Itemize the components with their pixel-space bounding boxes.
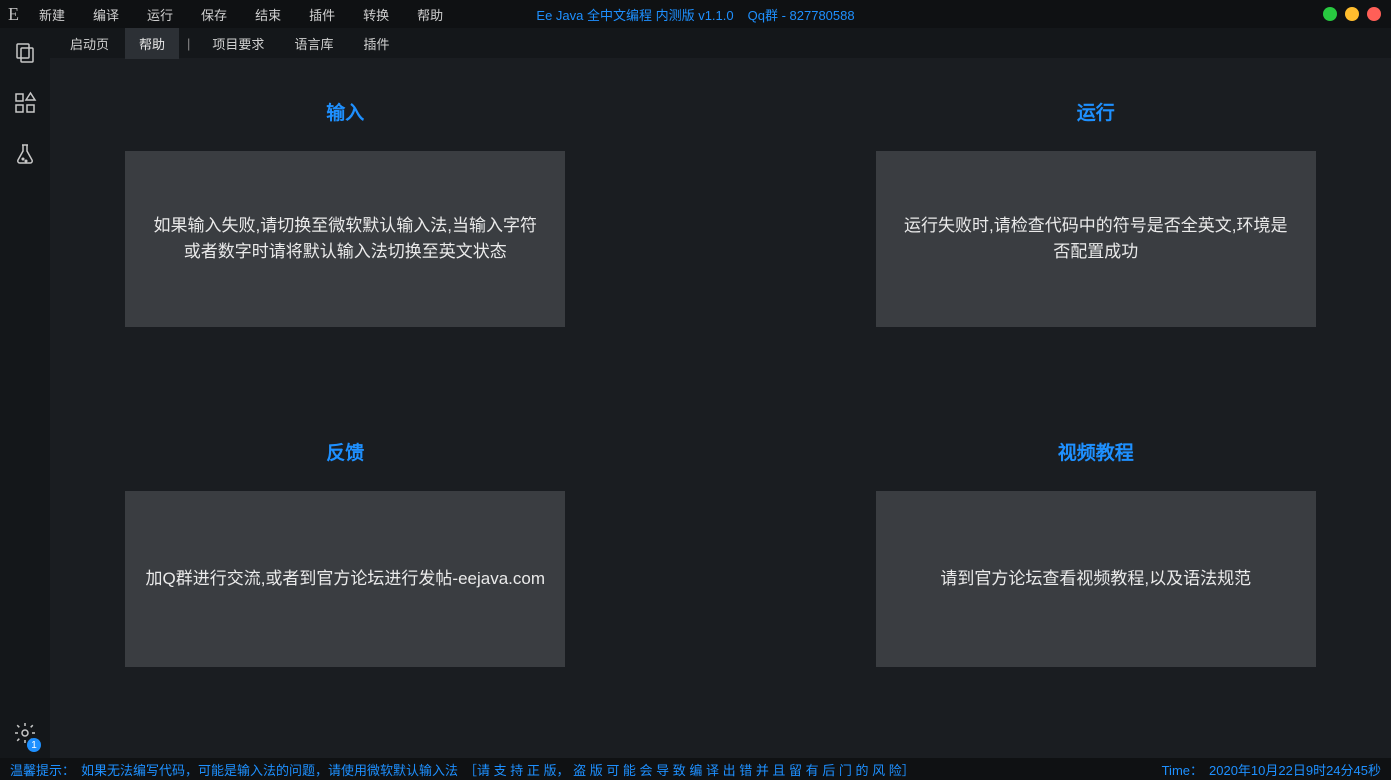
link-requirements[interactable]: 项目要求 — [198, 28, 278, 59]
tab-divider: | — [181, 36, 196, 51]
titlebar: E 新建 编译 运行 保存 结束 插件 转换 帮助 Ee Java 全中文编程 … — [0, 0, 1391, 28]
card-feedback: 反馈 加Q群进行交流,或者到官方论坛进行发帖-eejava.com — [125, 438, 565, 718]
content-grid: 输入 如果输入失败,请切换至微软默认输入法,当输入字符或者数字时请将默认输入法切… — [50, 58, 1391, 758]
menu-item-end[interactable]: 结束 — [255, 5, 281, 24]
card-run-body: 运行失败时,请检查代码中的符号是否全英文,环境是否配置成功 — [876, 151, 1316, 327]
minimize-button[interactable] — [1323, 7, 1337, 21]
menu-item-run[interactable]: 运行 — [147, 5, 173, 24]
card-input-title: 输入 — [125, 98, 565, 125]
status-time-label: Time： — [1162, 760, 1203, 779]
menu-item-convert[interactable]: 转换 — [363, 5, 389, 24]
status-bracket: ［请 支 持 正 版， 盗 版 可 能 会 导 致 编 译 出 错 并 且 留 … — [464, 760, 915, 779]
card-feedback-title: 反馈 — [125, 438, 565, 465]
tab-start[interactable]: 启动页 — [56, 28, 123, 59]
sidebar: 1 — [0, 28, 50, 758]
tabs-row: 启动页 帮助 | 项目要求 语言库 插件 — [50, 28, 1391, 58]
card-video-body: 请到官方论坛查看视频教程,以及语法规范 — [876, 491, 1316, 667]
app-logo: E — [8, 4, 19, 25]
titlebar-center: Ee Java 全中文编程 内测版 v1.1.0 Qq群 - 827780588 — [536, 5, 854, 24]
app-title: Ee Java 全中文编程 内测版 v1.1.0 — [536, 5, 733, 24]
card-input: 输入 如果输入失败,请切换至微软默认输入法,当输入字符或者数字时请将默认输入法切… — [125, 98, 565, 378]
copy-icon[interactable] — [13, 40, 37, 67]
card-input-body: 如果输入失败,请切换至微软默认输入法,当输入字符或者数字时请将默认输入法切换至英… — [125, 151, 565, 327]
menu-item-help[interactable]: 帮助 — [417, 5, 443, 24]
window-controls — [1323, 7, 1381, 21]
tab-help[interactable]: 帮助 — [125, 28, 179, 59]
menu-item-compile[interactable]: 编译 — [93, 5, 119, 24]
status-hint-label: 温馨提示： — [10, 760, 75, 779]
statusbar: 温馨提示： 如果无法编写代码，可能是输入法的问题，请使用微软默认输入法 ［请 支… — [0, 758, 1391, 780]
flask-icon[interactable] — [13, 142, 37, 169]
card-run-title: 运行 — [876, 98, 1316, 125]
card-run: 运行 运行失败时,请检查代码中的符号是否全英文,环境是否配置成功 — [876, 98, 1316, 378]
status-time-value: 2020年10月22日9时24分45秒 — [1209, 760, 1381, 779]
main-menu: 新建 编译 运行 保存 结束 插件 转换 帮助 — [39, 5, 443, 24]
grid-shapes-icon[interactable] — [13, 91, 37, 118]
link-plugins[interactable]: 插件 — [349, 28, 403, 59]
status-hint-body: 如果无法编写代码，可能是输入法的问题，请使用微软默认输入法 — [81, 760, 458, 779]
menu-item-save[interactable]: 保存 — [201, 5, 227, 24]
card-video: 视频教程 请到官方论坛查看视频教程,以及语法规范 — [876, 438, 1316, 718]
card-feedback-body: 加Q群进行交流,或者到官方论坛进行发帖-eejava.com — [125, 491, 565, 667]
settings-badge: 1 — [27, 738, 41, 752]
close-button[interactable] — [1367, 7, 1381, 21]
status-right: Time： 2020年10月22日9时24分45秒 — [1162, 760, 1381, 779]
menu-item-new[interactable]: 新建 — [39, 5, 65, 24]
qq-group-label: Qq群 - 827780588 — [748, 5, 855, 24]
status-left: 温馨提示： 如果无法编写代码，可能是输入法的问题，请使用微软默认输入法 ［请 支… — [10, 760, 915, 779]
maximize-button[interactable] — [1345, 7, 1359, 21]
card-video-title: 视频教程 — [876, 438, 1316, 465]
link-language-lib[interactable]: 语言库 — [280, 28, 347, 59]
settings-icon[interactable]: 1 — [13, 721, 37, 748]
menu-item-plugin[interactable]: 插件 — [309, 5, 335, 24]
